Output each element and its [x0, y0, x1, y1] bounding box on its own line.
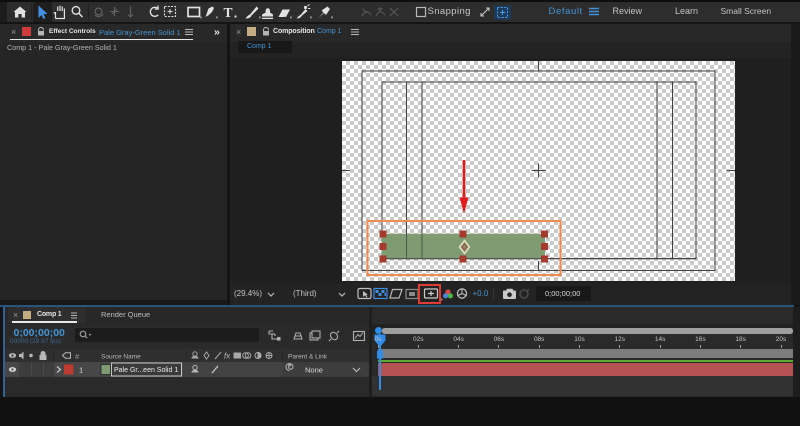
svg-text:fx: fx — [224, 351, 231, 360]
svg-text:None: None — [305, 365, 323, 374]
svg-text:T: T — [224, 5, 233, 20]
svg-text:#: # — [75, 352, 80, 361]
svg-text:Parent & Link: Parent & Link — [288, 353, 328, 360]
svg-text:Pale Gr...een Solid 1: Pale Gr...een Solid 1 — [114, 367, 178, 374]
svg-text:1: 1 — [79, 365, 83, 374]
svg-text:Source Name: Source Name — [101, 353, 141, 360]
